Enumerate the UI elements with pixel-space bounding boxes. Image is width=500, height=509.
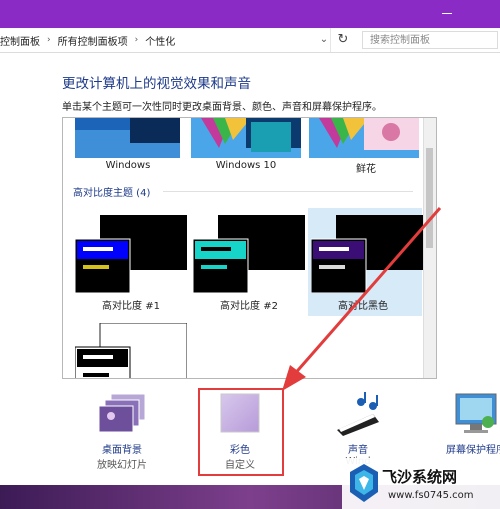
desktop-background-icon xyxy=(98,393,146,433)
breadcrumb-item-all-items[interactable]: 所有控制面板项 xyxy=(58,33,128,48)
theme-label: 高对比度 #1 xyxy=(102,301,160,312)
desktop-background-label[interactable]: 桌面背景 xyxy=(82,441,162,456)
desktop-background-item[interactable]: 桌面背景 放映幻灯片 xyxy=(82,392,162,471)
search-input[interactable]: 搜索控制面板 xyxy=(362,31,498,49)
screen-saver-icon xyxy=(455,393,497,433)
window-titlebar xyxy=(0,0,500,28)
screen-saver-item[interactable]: 屏幕保护程序 xyxy=(432,392,500,456)
desktop-background-sub: 放映幻灯片 xyxy=(97,460,147,471)
theme-high-contrast-1-thumbnail[interactable] xyxy=(75,215,187,293)
chevron-down-icon[interactable]: ⌄ xyxy=(318,32,330,48)
group-divider xyxy=(163,191,413,192)
theme-windows10-thumbnail[interactable] xyxy=(191,118,301,158)
theme-windows-thumbnail[interactable] xyxy=(75,118,180,158)
chevron-right-icon: › xyxy=(47,35,51,45)
screen-saver-label[interactable]: 屏幕保护程序 xyxy=(446,441,500,456)
theme-label: Windows 10 xyxy=(215,160,277,171)
watermark-url: www.fs0745.com xyxy=(388,490,474,501)
watermark-logo-icon xyxy=(350,464,378,502)
theme-label: 鲜花 xyxy=(356,164,376,175)
high-contrast-group-label: 高对比度主题 (4) xyxy=(73,188,151,199)
theme-flowers-thumbnail[interactable] xyxy=(309,118,419,158)
chevron-right-icon: › xyxy=(134,35,139,45)
refresh-icon[interactable]: ↻ xyxy=(333,30,353,50)
theme-high-contrast-white-thumbnail[interactable] xyxy=(75,323,187,379)
breadcrumb-item-control-panel[interactable]: 控制面板 xyxy=(0,33,40,48)
theme-label: Windows xyxy=(105,160,151,171)
address-bar: 控制面板 › 所有控制面板项 › 个性化 ⌄ ↻ 搜索控制面板 xyxy=(0,28,500,53)
annotation-arrow xyxy=(282,207,442,391)
highlight-box xyxy=(198,388,284,476)
page-title: 更改计算机上的视觉效果和声音 xyxy=(62,76,251,92)
breadcrumb[interactable]: 控制面板 › 所有控制面板项 › 个性化 xyxy=(0,28,331,52)
sound-label[interactable]: 声音 xyxy=(318,441,398,456)
watermark-title: 飞沙系统网 xyxy=(382,468,458,486)
sound-item[interactable]: 声音 Wind xyxy=(318,392,398,467)
watermark: 飞沙系统网 www.fs0745.com xyxy=(342,458,500,509)
page-description: 单击某个主题可一次性同时更改桌面背景、颜色、声音和屏幕保护程序。 xyxy=(62,102,382,113)
sound-icon xyxy=(337,392,379,436)
breadcrumb-item-personalization[interactable]: 个性化 xyxy=(145,33,175,48)
minimize-icon[interactable] xyxy=(442,13,452,14)
